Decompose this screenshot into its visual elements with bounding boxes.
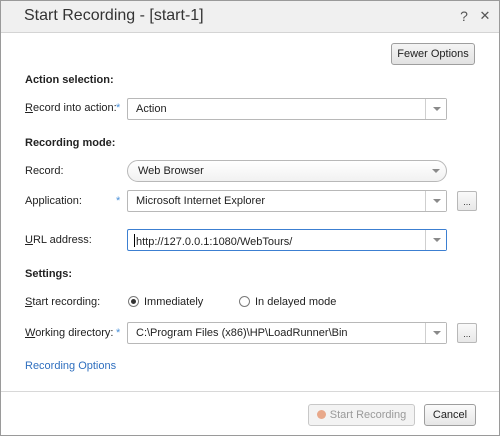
start-recording-button-label: Start Recording [329, 409, 407, 421]
working-directory-label: Working directory: [25, 327, 113, 339]
chevron-down-icon[interactable] [425, 323, 446, 343]
section-action-selection: Action selection: [25, 74, 114, 86]
record-into-action-label: Record into action: [25, 102, 117, 114]
record-into-action-combo[interactable]: Action [127, 98, 447, 120]
fewer-options-button[interactable]: Fewer Options [391, 43, 475, 65]
working-directory-value: C:\Program Files (x86)\HP\LoadRunner\Bin [136, 327, 348, 339]
dialog-title: Start Recording - [start-1] [24, 7, 204, 24]
record-label: Record: [25, 165, 64, 177]
text-caret [134, 234, 135, 247]
url-address-input[interactable]: http://127.0.0.1:1080/WebTours/ [134, 234, 292, 248]
application-combo[interactable]: Microsoft Internet Explorer [127, 190, 447, 212]
application-value: Microsoft Internet Explorer [136, 195, 265, 207]
chevron-down-icon[interactable] [425, 191, 446, 211]
radio-immediately-label[interactable]: Immediately [144, 296, 203, 308]
footer-divider [1, 391, 499, 392]
record-into-action-label-text: ecord into action: [32, 102, 117, 114]
start-recording-label-text: tart recording: [32, 296, 101, 308]
chevron-down-icon[interactable] [425, 230, 446, 250]
radio-immediately[interactable] [128, 296, 139, 307]
application-label: Application: [25, 195, 82, 207]
chevron-down-icon[interactable] [425, 99, 446, 119]
radio-delayed-mode[interactable] [239, 296, 250, 307]
section-settings: Settings: [25, 268, 73, 280]
required-star: * [116, 102, 121, 114]
application-browse-button[interactable]: ... [457, 191, 477, 211]
working-directory-label-text: orking directory: [35, 327, 114, 339]
url-address-label-accel: U [25, 234, 33, 246]
url-address-label: URL address: [25, 234, 92, 246]
url-address-combo[interactable]: http://127.0.0.1:1080/WebTours/ [127, 229, 447, 251]
radio-delayed-mode-label[interactable]: In delayed mode [255, 296, 336, 308]
record-icon [316, 410, 326, 419]
start-recording-dialog: Start Recording - [start-1] ? ✕ Fewer Op… [0, 0, 500, 436]
working-directory-combo[interactable]: C:\Program Files (x86)\HP\LoadRunner\Bin [127, 322, 447, 344]
start-recording-button[interactable]: Start Recording [308, 404, 415, 426]
section-recording-mode: Recording mode: [25, 137, 116, 149]
url-address-value: http://127.0.0.1:1080/WebTours/ [136, 236, 293, 248]
chevron-down-icon[interactable] [425, 161, 446, 181]
cancel-button[interactable]: Cancel [424, 404, 476, 426]
close-icon[interactable]: ✕ [477, 8, 493, 24]
record-into-action-label-accel: R [25, 102, 33, 114]
required-star: * [116, 327, 121, 339]
start-recording-label: Start recording: [25, 296, 100, 308]
url-address-label-text: RL address: [32, 234, 92, 246]
record-mode-select[interactable]: Web Browser [127, 160, 447, 182]
title-bar: Start Recording - [start-1] ? ✕ [1, 1, 499, 33]
working-directory-browse-button[interactable]: ... [457, 323, 477, 343]
working-directory-label-accel: W [25, 327, 36, 339]
record-mode-value: Web Browser [138, 165, 204, 177]
recording-options-link[interactable]: Recording Options [25, 360, 116, 372]
record-into-action-value: Action [136, 103, 167, 115]
required-star: * [116, 195, 121, 207]
help-icon[interactable]: ? [456, 8, 472, 24]
